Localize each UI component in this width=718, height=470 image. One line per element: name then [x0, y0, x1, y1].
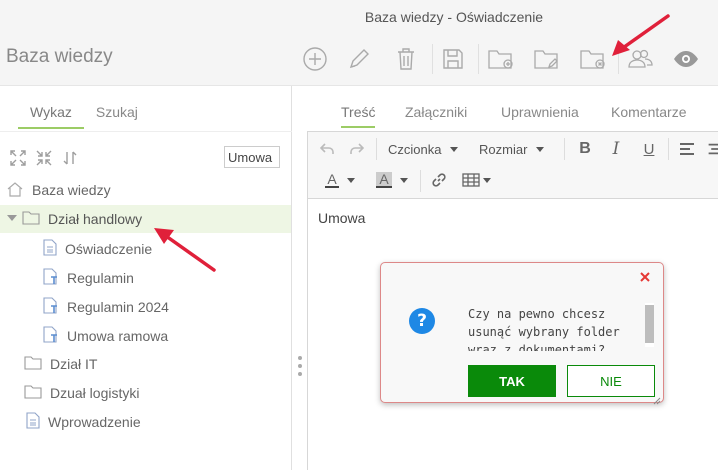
edit-folder-icon[interactable] — [530, 42, 564, 76]
tree-item-dzial-logistyki[interactable]: Dzuał logistyki — [0, 379, 291, 407]
text-color-icon: A — [325, 171, 339, 188]
tree-root-label: Baza wiedzy — [32, 182, 111, 198]
left-header: Baza wiedzy — [0, 34, 292, 86]
undo-icon[interactable] — [318, 138, 336, 160]
table-insert-button[interactable] — [458, 169, 494, 191]
document-icon — [43, 239, 57, 259]
tree-item-regulamin[interactable]: Regulamin — [0, 264, 291, 292]
dialog-message: Czy na pewno chcesz usunąć wybrany folde… — [468, 307, 620, 351]
toolbar-divider — [376, 138, 377, 160]
editor-toolbar: Czcionka Rozmiar B I U A A — [307, 131, 718, 199]
chevron-down-icon — [399, 177, 408, 183]
permissions-icon[interactable] — [623, 42, 657, 76]
confirm-button[interactable]: TAK — [468, 365, 556, 397]
home-icon — [6, 181, 24, 200]
new-folder-icon[interactable] — [484, 42, 518, 76]
tab-wykaz[interactable]: Wykaz — [18, 104, 84, 129]
edit-icon[interactable] — [342, 42, 376, 76]
tab-uprawnienia[interactable]: Uprawnienia — [501, 104, 579, 126]
tree-tools — [8, 148, 80, 168]
italic-icon[interactable]: I — [605, 138, 627, 160]
tab-zalaczniki[interactable]: Załączniki — [405, 104, 467, 126]
tree-item-label: Dział IT — [50, 356, 98, 372]
underline-icon[interactable]: U — [638, 138, 660, 160]
tree-item-wprowadzenie[interactable]: Wprowadzenie — [0, 408, 291, 436]
folder-icon — [24, 384, 42, 402]
redo-icon[interactable] — [348, 138, 366, 160]
toolbar-divider — [564, 138, 565, 160]
panel-splitter-handle[interactable] — [297, 356, 303, 376]
text-color-button[interactable]: A — [320, 168, 360, 192]
folder-icon — [22, 210, 40, 228]
chevron-down-icon — [450, 146, 459, 152]
pinned-document-icon — [43, 297, 59, 317]
toolbar-divider — [668, 138, 669, 160]
editor-text: Umowa — [318, 210, 366, 226]
chevron-down-icon — [346, 177, 355, 183]
tree-item-label: Dzuał logistyki — [50, 385, 140, 401]
tree-item-label: Dział handlowy — [48, 211, 143, 227]
delete-folder-icon[interactable] — [576, 42, 610, 76]
tree-item-label: Umowa ramowa — [67, 328, 169, 344]
font-size-select[interactable]: Rozmiar — [479, 138, 545, 160]
highlight-icon: A — [376, 172, 392, 188]
tabs-divider — [0, 131, 292, 132]
close-icon[interactable] — [637, 269, 653, 285]
toolbar-divider — [420, 170, 421, 192]
add-icon[interactable] — [298, 42, 332, 76]
tab-komentarze[interactable]: Komentarze — [611, 104, 686, 126]
highlight-color-button[interactable]: A — [370, 168, 414, 192]
refresh-icon[interactable] — [60, 148, 80, 168]
content-tabs: Treść Załączniki Uprawnienia Komentarze — [292, 86, 718, 130]
chevron-down-icon — [536, 146, 545, 152]
chevron-down-icon — [482, 177, 491, 183]
tree-root[interactable]: Baza wiedzy — [0, 176, 291, 204]
scrollbar-thumb[interactable] — [645, 305, 654, 343]
tree-item-label: Wprowadzenie — [48, 414, 141, 430]
link-icon[interactable] — [428, 169, 450, 191]
bold-icon[interactable]: B — [574, 138, 596, 160]
tab-tresc[interactable]: Treść — [341, 104, 376, 128]
table-icon — [461, 173, 480, 187]
expand-all-icon[interactable] — [8, 148, 28, 168]
confirm-delete-dialog: ? Czy na pewno chcesz usunąć wybrany fol… — [380, 262, 664, 405]
toolbar-divider — [478, 44, 479, 74]
tree-item-oswiadczenie[interactable]: Oświadczenie — [0, 235, 291, 263]
document-icon — [26, 412, 40, 432]
align-center-icon[interactable] — [706, 138, 718, 160]
collapse-all-icon[interactable] — [34, 148, 54, 168]
window-title: Baza wiedzy - Oświadczenie — [0, 0, 718, 34]
tree-search-input[interactable] — [224, 146, 280, 168]
tree-item-regulamin-2024[interactable]: Regulamin 2024 — [0, 293, 291, 321]
preview-icon[interactable] — [669, 42, 703, 76]
delete-icon[interactable] — [389, 42, 423, 76]
align-left-icon[interactable] — [676, 138, 698, 160]
toolbar-divider — [432, 44, 433, 74]
font-size-label: Rozmiar — [479, 141, 528, 157]
pinned-document-icon — [43, 326, 59, 346]
save-icon[interactable] — [436, 42, 470, 76]
font-family-select[interactable]: Czcionka — [388, 138, 459, 160]
pinned-document-icon — [43, 268, 59, 288]
folder-icon — [24, 355, 42, 373]
main-toolbar — [292, 34, 718, 86]
tree-item-label: Oświadczenie — [65, 241, 153, 257]
cancel-button[interactable]: NIE — [567, 365, 655, 397]
dialog-scrollbar[interactable] — [645, 303, 654, 347]
left-tabs: Wykaz Szukaj — [18, 104, 150, 129]
expanded-caret-icon[interactable] — [6, 211, 18, 227]
app-title: Baza wiedzy — [6, 46, 113, 67]
tree-item-umowa-ramowa[interactable]: Umowa ramowa — [0, 322, 291, 350]
font-family-label: Czcionka — [388, 141, 442, 157]
toolbar-divider — [618, 44, 619, 74]
tree-item-label: Regulamin 2024 — [67, 299, 169, 315]
tree-item-dzial-handlowy[interactable]: Dział handlowy — [0, 205, 291, 233]
resize-grip-icon[interactable] — [653, 392, 661, 405]
tree-item-dzial-it[interactable]: Dział IT — [0, 350, 291, 378]
question-icon: ? — [409, 308, 435, 334]
tree-item-label: Regulamin — [67, 270, 134, 286]
left-panel: Wykaz Szukaj Baza wiedzy Dział handlowy — [0, 86, 292, 470]
tab-szukaj[interactable]: Szukaj — [84, 104, 150, 129]
